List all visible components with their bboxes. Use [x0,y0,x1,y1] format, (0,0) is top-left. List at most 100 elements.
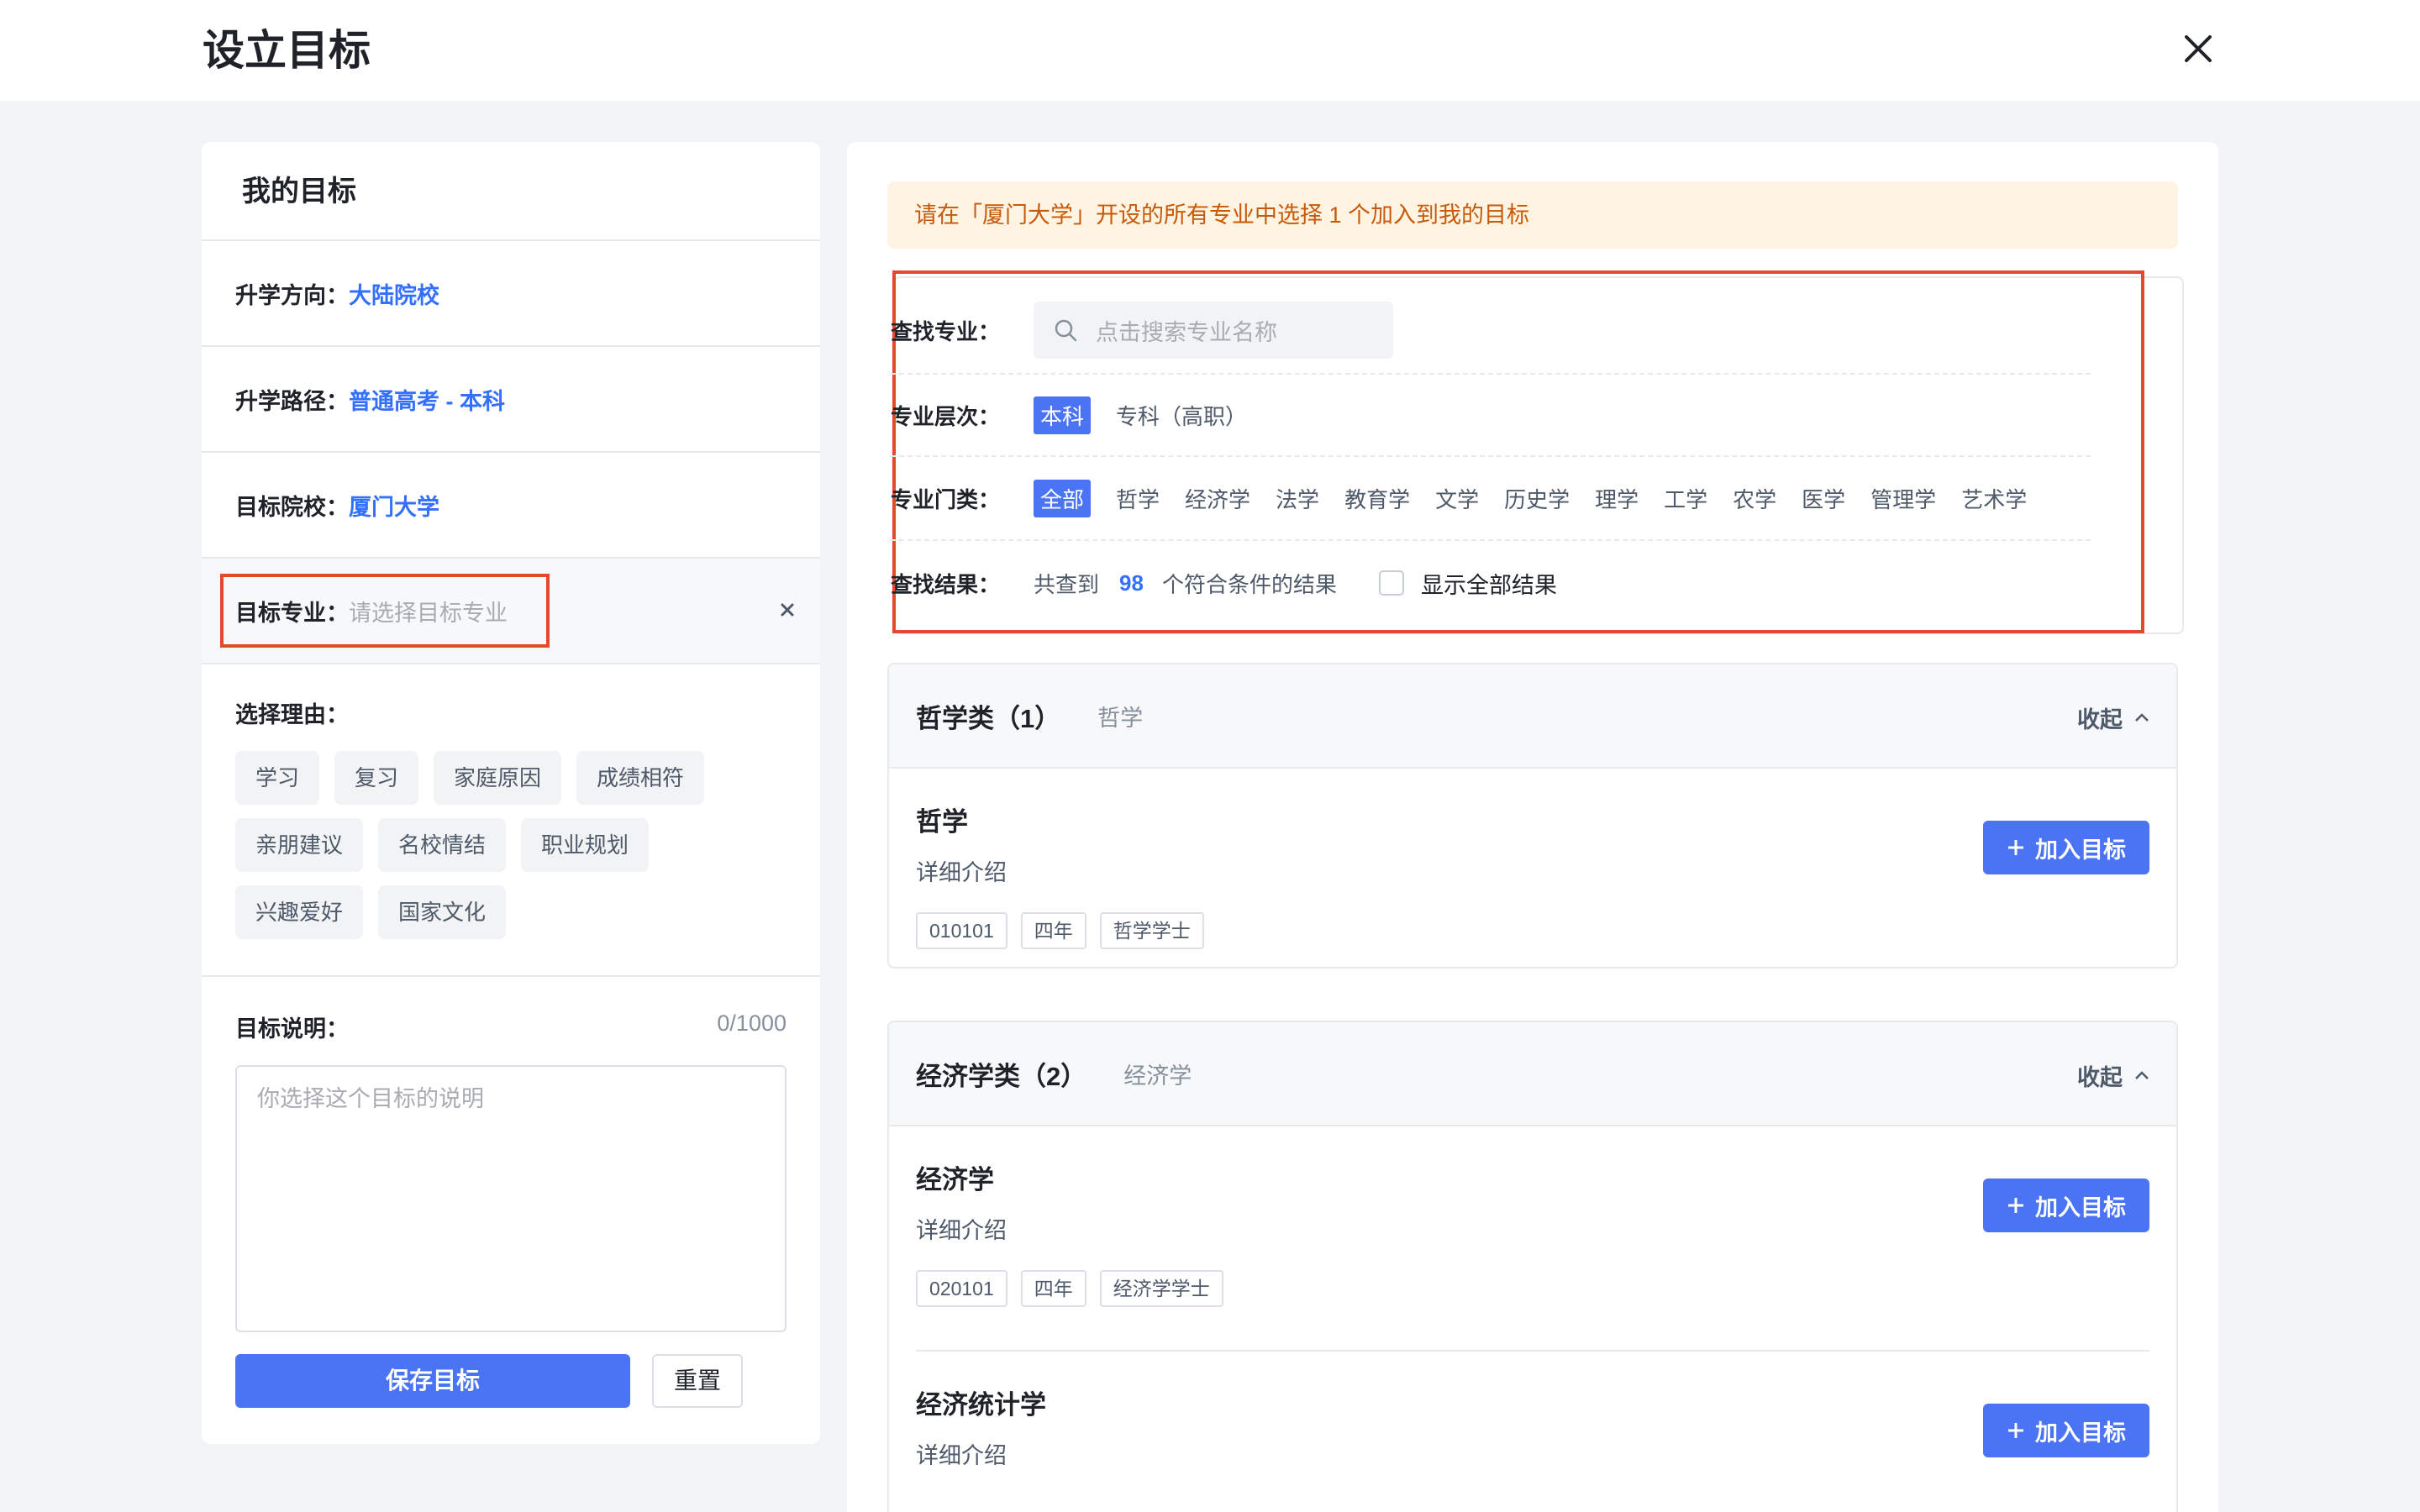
direction-value[interactable]: 大陆院校 [349,277,439,310]
school-row: 目标院校： 厦门大学 [202,453,820,559]
reason-tag[interactable]: 学习 [235,751,320,805]
search-row: 查找专业： 点击搜索专业名称 [891,287,2091,375]
description-section: 目标说明： 0/1000 你选择这个目标的说明 保存目标 重置 [202,977,820,1408]
path-value[interactable]: 普通高考 - 本科 [349,383,505,416]
reasons-label: 选择理由： [235,702,349,727]
category-option[interactable]: 农学 [1733,483,1776,514]
result-label: 查找结果： [891,571,1001,597]
school-value[interactable]: 厦门大学 [349,489,439,522]
group-header: 经济学类（2） 经济学 收起 [889,1022,2176,1126]
panel-title: 我的目标 [202,142,820,241]
plus-icon [2008,1423,2023,1438]
category-option[interactable]: 经济学 [1185,483,1250,514]
search-label: 查找专业： [891,318,1001,344]
show-all-checkbox[interactable] [1378,570,1404,596]
degree: 经济学学士 [1099,1270,1223,1307]
show-all-label[interactable]: 显示全部结果 [1421,567,1557,600]
group-subtitle: 经济学 [1123,1063,1192,1089]
add-goal-label: 加入目标 [2035,1420,2126,1446]
reason-tag[interactable]: 职业规划 [521,818,650,872]
major-group-philosophy: 哲学类（1） 哲学 收起 哲学 详细介绍 010101 四年 哲学学士 加入目标 [887,663,2178,969]
page-title: 设立目标 [203,27,371,74]
add-goal-button[interactable]: 加入目标 [1983,1179,2149,1232]
add-goal-button[interactable]: 加入目标 [1983,821,2149,874]
category-option[interactable]: 艺术学 [1961,483,2027,514]
close-icon[interactable] [2180,30,2217,67]
category-option[interactable]: 理学 [1595,483,1639,514]
level-row: 专业层次： 本科 专科（高职） [891,375,2091,457]
group-title: 哲学类（1） [916,703,1061,733]
category-label: 专业门类： [891,486,1001,512]
group-title: 经济学类（2） [916,1061,1087,1091]
degree: 哲学学士 [1099,912,1204,949]
level-label: 专业层次： [891,403,1001,429]
group-header: 哲学类（1） 哲学 收起 [889,664,2176,769]
study-years: 四年 [1020,912,1086,949]
clear-major-icon[interactable] [773,596,802,624]
group-subtitle: 哲学 [1097,705,1144,731]
chevron-up-icon [2135,712,2149,722]
category-option[interactable]: 管理学 [1870,483,1936,514]
direction-row: 升学方向： 大陆院校 [202,241,820,347]
character-counter: 0/1000 [717,1011,786,1036]
search-placeholder: 点击搜索专业名称 [1096,319,1277,345]
category-option[interactable]: 工学 [1664,483,1707,514]
category-option[interactable]: 法学 [1276,483,1319,514]
major-item: 经济统计学 详细介绍 加入目标 [889,1352,2176,1512]
my-goal-panel: 我的目标 升学方向： 大陆院校 升学路径： 普通高考 - 本科 目标院校： 厦门… [202,142,820,1444]
study-years: 四年 [1020,1270,1086,1307]
path-row: 升学路径： 普通高考 - 本科 [202,347,820,453]
reason-tag[interactable]: 成绩相符 [576,751,705,805]
reason-tag[interactable]: 国家文化 [378,885,507,939]
major-item: 经济学 详细介绍 020101 四年 经济学学士 加入目标 [889,1126,2176,1352]
add-goal-label: 加入目标 [2035,837,2126,863]
result-suffix: 个符合条件的结果 [1161,571,1337,597]
result-row: 查找结果： 共查到 98 个符合条件的结果 显示全部结果 [891,541,2091,625]
plus-icon [2008,1198,2023,1213]
school-label: 目标院校： [235,494,349,520]
notice-banner: 请在「厦门大学」开设的所有专业中选择 1 个加入到我的目标 [887,181,2178,249]
reset-button[interactable]: 重置 [652,1354,743,1408]
collapse-label: 收起 [2077,707,2123,732]
category-option[interactable]: 全部 [1034,479,1092,517]
collapse-label: 收起 [2077,1065,2123,1090]
major-row[interactable]: 目标专业： 请选择目标专业 [202,559,820,664]
save-goal-button[interactable]: 保存目标 [235,1354,630,1408]
category-option[interactable]: 历史学 [1504,483,1570,514]
add-goal-label: 加入目标 [2035,1194,2126,1221]
result-prefix: 共查到 [1034,571,1100,597]
path-label: 升学路径： [235,388,349,414]
collapse-button[interactable]: 收起 [2077,701,2151,734]
direction-label: 升学方向： [235,282,349,308]
reason-tag[interactable]: 家庭原因 [434,751,562,805]
category-option[interactable]: 文学 [1435,483,1479,514]
reason-tag[interactable]: 亲朋建议 [235,818,364,872]
level-option-vocational[interactable]: 专科（高职） [1116,400,1247,431]
collapse-button[interactable]: 收起 [2077,1059,2151,1092]
level-option-undergrad[interactable]: 本科 [1034,396,1092,434]
reason-tag[interactable]: 兴趣爱好 [235,885,364,939]
category-row: 专业门类： 全部 哲学 经济学 法学 教育学 文学 历史学 理学 工学 农学 医… [891,457,2091,541]
result-count: 98 [1119,570,1144,596]
search-icon [1055,319,1077,342]
major-item: 哲学 详细介绍 010101 四年 哲学学士 加入目标 [889,769,2176,967]
major-group-economics: 经济学类（2） 经济学 收起 经济学 详细介绍 020101 四年 经济学学士 … [887,1021,2178,1512]
category-option[interactable]: 医学 [1802,483,1845,514]
category-option[interactable]: 教育学 [1344,483,1410,514]
reasons-section: 选择理由： 学习 复习 家庭原因 成绩相符 亲朋建议 名校情结 职业规划 兴趣爱… [202,664,820,977]
description-label: 目标说明： [235,1016,349,1042]
major-highlight-box [220,574,550,648]
description-textarea[interactable]: 你选择这个目标的说明 [235,1065,786,1332]
major-code: 010101 [916,912,1007,949]
reason-tags: 学习 复习 家庭原因 成绩相符 亲朋建议 名校情结 职业规划 兴趣爱好 国家文化 [235,751,786,939]
reason-tag[interactable]: 复习 [334,751,419,805]
add-goal-button[interactable]: 加入目标 [1983,1404,2149,1457]
major-selection-panel: 请在「厦门大学」开设的所有专业中选择 1 个加入到我的目标 查找专业： 点击搜索… [847,142,2218,1512]
chevron-up-icon [2135,1070,2149,1079]
search-input[interactable]: 点击搜索专业名称 [1034,302,1393,359]
top-bar: 设立目标 [0,0,2420,101]
category-option[interactable]: 哲学 [1116,483,1160,514]
reason-tag[interactable]: 名校情结 [378,818,507,872]
plus-icon [2008,840,2023,855]
major-code: 020101 [916,1270,1007,1307]
